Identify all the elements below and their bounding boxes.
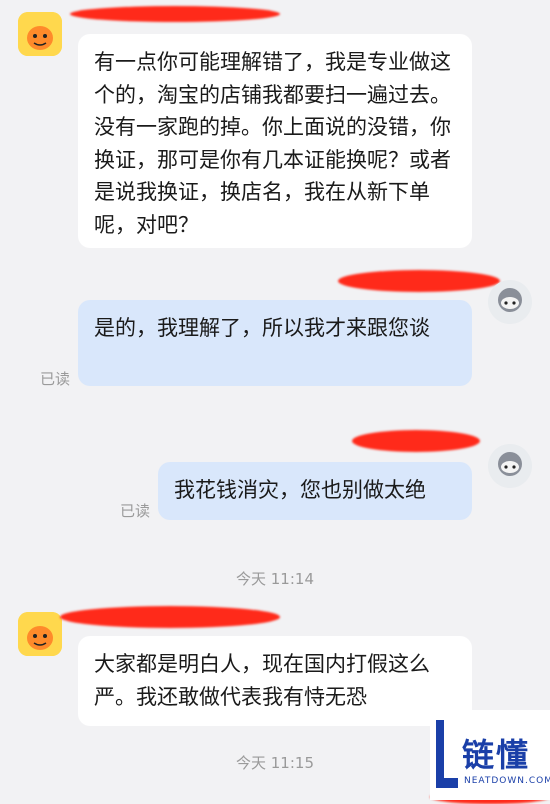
avatar-user[interactable]	[488, 444, 532, 488]
message-bubble-3: 我花钱消灾，您也别做太绝	[158, 462, 472, 520]
watermark-site: NEATDOWN.COM	[464, 776, 550, 786]
watermark-brand: 链懂	[462, 736, 531, 774]
mascot-icon	[18, 612, 62, 656]
avatar-user[interactable]	[488, 280, 532, 324]
message-text: 我花钱消灾，您也别做太绝	[174, 478, 426, 502]
message-text: 是的，我理解了，所以我才来跟您谈	[94, 316, 430, 340]
avatar-shop[interactable]	[18, 12, 62, 56]
read-status: 已读	[120, 502, 151, 520]
message-bubble-1: 有一点你可能理解错了，我是专业做这个的，淘宝的店铺我都要扫一遍过去。没有一家跑的…	[78, 34, 472, 248]
redacted-name	[70, 6, 280, 22]
timestamp: 今天 11:14	[236, 570, 314, 588]
watermark: 链懂 NEATDOWN.COM	[430, 710, 550, 800]
message-bubble-2: 是的，我理解了，所以我才来跟您谈	[78, 300, 472, 386]
avatar-shop[interactable]	[18, 612, 62, 656]
read-status: 已读	[40, 370, 71, 388]
mascot-icon	[18, 12, 62, 56]
user-avatar-icon	[488, 280, 532, 324]
redacted-name	[338, 270, 500, 292]
logo-l-icon	[436, 720, 458, 788]
message-text: 有一点你可能理解错了，我是专业做这个的，淘宝的店铺我都要扫一遍过去。没有一家跑的…	[94, 50, 451, 237]
redacted-name	[60, 606, 280, 628]
redacted-name	[352, 430, 480, 452]
user-avatar-icon	[488, 444, 532, 488]
message-text: 大家都是明白人，现在国内打假这么严。我还敢做代表我有恃无恐	[94, 652, 430, 709]
message-bubble-4: 大家都是明白人，现在国内打假这么严。我还敢做代表我有恃无恐	[78, 636, 472, 726]
